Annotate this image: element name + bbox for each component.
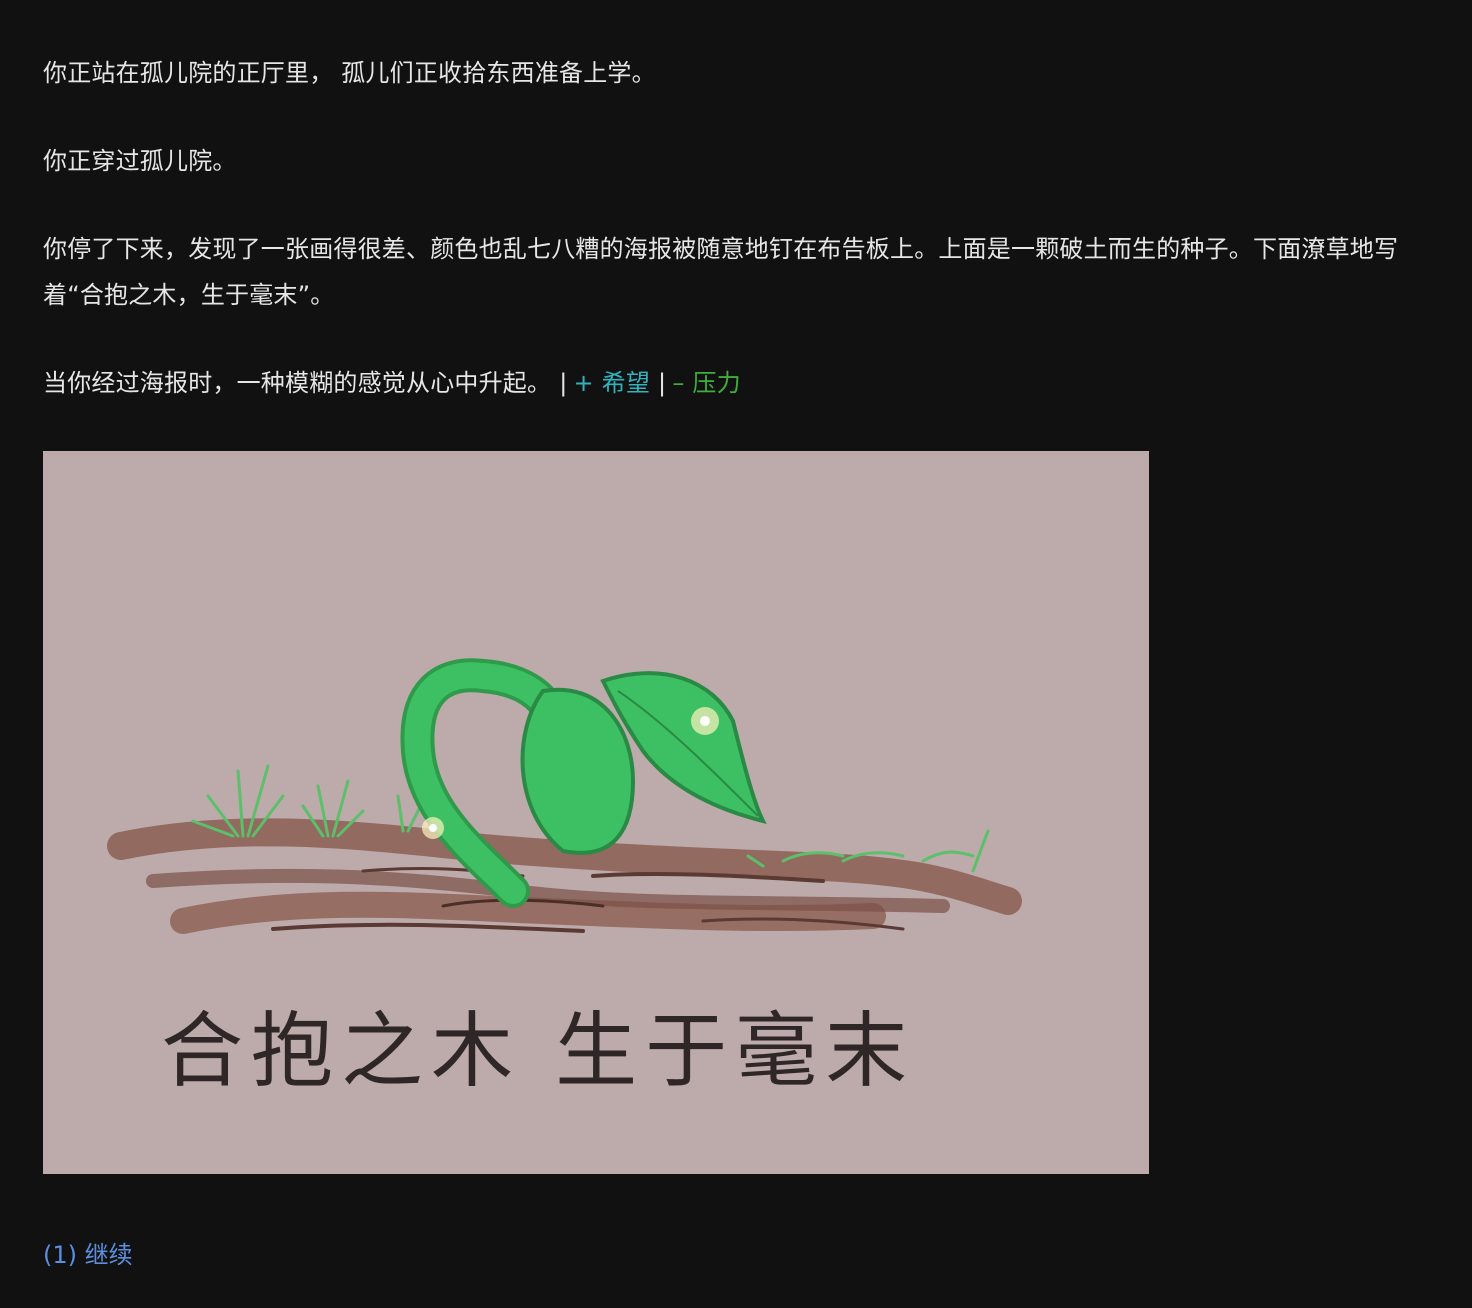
stress-effect: – 压力 [672, 369, 741, 397]
paragraph-poster: 你停了下来，发现了一张画得很差、颜色也乱七八糟的海报被随意地钉在布告板上。上面是… [43, 235, 1399, 309]
effect-separator: | [559, 369, 568, 397]
paragraph-walk: 你正穿过孤儿院。 [43, 147, 237, 175]
sprout-drawing: 合抱之木 生于毫末 [107, 658, 1022, 1099]
poster-image: 合抱之木 生于毫末 [43, 451, 1149, 1174]
hope-effect: + 希望 [573, 369, 651, 397]
paragraph-hall: 你正站在孤儿院的正厅里， 孤儿们正收拾东西准备上学。 [43, 59, 656, 87]
poster-caption: 合抱之木 生于毫末 [161, 1004, 915, 1099]
effect-separator: | [658, 369, 667, 397]
paragraph-feeling: 当你经过海报时，一种模糊的感觉从心中升起。 | + 希望 | – 压力 [43, 360, 1433, 406]
feeling-text: 当你经过海报时，一种模糊的感觉从心中升起。 [43, 369, 552, 397]
continue-choice[interactable]: (1) 继续 [43, 1235, 133, 1275]
